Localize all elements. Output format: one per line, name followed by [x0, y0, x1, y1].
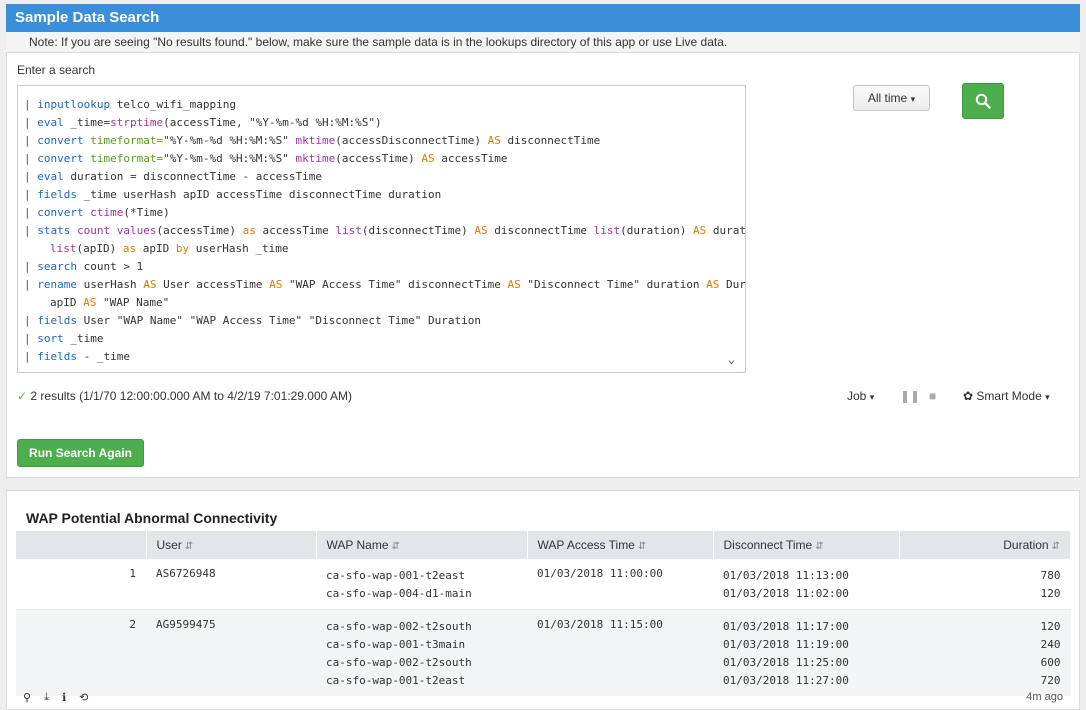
table-header-row: User ⇵ WAP Name ⇵ WAP Access Time ⇵ Disconn… — [16, 531, 1071, 559]
job-menu[interactable]: Job ▾ — [847, 389, 874, 403]
query-line-12: apID AS "WAP Name" — [50, 296, 170, 309]
search-mode-menu[interactable]: ✿ Smart Mode ▾ — [963, 389, 1050, 403]
query-line-15: | fields - _time — [24, 350, 130, 363]
magnifier-icon — [975, 93, 991, 109]
disconnect-time-cell[interactable]: 01/03/2018 11:17:00 01/03/2018 11:19:00 … — [713, 609, 899, 696]
sort-icon: ⇵ — [391, 541, 400, 552]
page-header: Sample Data Search — [6, 4, 1080, 32]
query-line-10: | search count > 1 — [24, 260, 144, 273]
table-row: 2 AG9599475 ca-sfo-wap-002-t2south ca-sf… — [16, 609, 1071, 696]
sort-icon: ⇵ — [184, 541, 194, 552]
caret-down-icon: ▾ — [910, 94, 916, 104]
magnifier-icon[interactable]: ⚲ — [23, 691, 31, 704]
query-line-5: | eval duration = disconnectTime - acces… — [24, 170, 323, 183]
query-line-6: | fields _time userHash apID accessTime … — [24, 188, 442, 201]
time-range-picker[interactable]: All time ▾ — [853, 85, 930, 111]
row-index: 2 — [16, 609, 146, 696]
panel-title: WAP Potential Abnormal Connectivity — [26, 510, 278, 526]
sort-icon: ⇵ — [1051, 541, 1060, 552]
query-line-9: list(apID) as apID by userHash _time — [50, 242, 289, 255]
results-table: User ⇵ WAP Name ⇵ WAP Access Time ⇵ Disconn… — [16, 531, 1071, 696]
query-line-1: | inputlookup telco_wifi_mapping — [24, 98, 236, 111]
disconnect-time-cell[interactable]: 01/03/2018 11:13:00 01/03/2018 11:02:00 — [713, 559, 899, 610]
pause-icon[interactable]: ❚❚ — [900, 389, 920, 403]
page-title: Sample Data Search — [15, 9, 160, 26]
user-cell[interactable]: AS6726948 — [146, 559, 316, 610]
results-panel: WAP Potential Abnormal Connectivity User… — [6, 490, 1080, 710]
search-button[interactable] — [962, 83, 1004, 119]
lightbulb-icon: ✿ — [963, 389, 974, 403]
query-line-13: | fields User "WAP Name" "WAP Access Tim… — [24, 314, 481, 327]
query-line-8: | stats count values(accessTime) as acce… — [24, 224, 746, 237]
sort-icon: ⇵ — [637, 541, 647, 552]
query-line-4: | convert timeformat="%Y-%m-%d %H:%M:%S"… — [24, 152, 508, 165]
refresh-icon[interactable]: ⟲ — [79, 691, 88, 704]
caret-down-icon: ▾ — [869, 392, 875, 402]
wap-name-cell[interactable]: ca-sfo-wap-001-t2east ca-sfo-wap-004-d1-… — [316, 559, 527, 610]
duration-cell[interactable]: 780 120 — [899, 559, 1071, 610]
run-search-again-button[interactable]: Run Search Again — [17, 439, 144, 467]
results-status: ✓ 2 results (1/1/70 12:00:00.000 AM to 4… — [17, 389, 352, 403]
wap-name-cell[interactable]: ca-sfo-wap-002-t2south ca-sfo-wap-001-t3… — [316, 609, 527, 696]
query-line-7: | convert ctime(*Time) — [24, 206, 170, 219]
check-icon: ✓ — [17, 389, 28, 403]
query-line-3: | convert timeformat="%Y-%m-%d %H:%M:%S"… — [24, 134, 601, 147]
sample-data-note: Note: If you are seeing "No results foun… — [6, 32, 1080, 52]
panel-footer-actions: ⚲ ⤓ ℹ ⟲ — [23, 691, 88, 704]
column-header-duration[interactable]: Duration ⇵ — [899, 531, 1071, 559]
table-row: 1 AS6726948 ca-sfo-wap-001-t2east ca-sfo… — [16, 559, 1071, 610]
download-icon[interactable]: ⤓ — [44, 691, 49, 704]
search-query-editor[interactable]: | inputlookup telco_wifi_mapping | eval … — [17, 85, 746, 373]
search-label: Enter a search — [17, 63, 96, 77]
chevron-down-icon[interactable]: ⌄ — [728, 352, 735, 366]
column-header-user[interactable]: User ⇵ — [146, 531, 317, 559]
column-header-wap-name[interactable]: WAP Name ⇵ — [316, 531, 528, 559]
row-index: 1 — [16, 559, 146, 610]
sort-icon: ⇵ — [815, 541, 824, 552]
column-header-disconnect-time[interactable]: Disconnect Time ⇵ — [713, 531, 900, 559]
query-line-11: | rename userHash AS User accessTime AS … — [24, 278, 746, 291]
info-icon[interactable]: ℹ — [62, 691, 66, 704]
caret-down-icon: ▾ — [1045, 392, 1050, 402]
wap-access-time-cell[interactable]: 01/03/2018 11:00:00 — [527, 559, 713, 610]
stop-icon[interactable]: ■ — [929, 389, 936, 403]
last-refresh-age: 4m ago — [1026, 691, 1063, 703]
wap-access-time-cell[interactable]: 01/03/2018 11:15:00 — [527, 609, 713, 696]
duration-cell[interactable]: 120 240 600 720 — [899, 609, 1071, 696]
query-line-2: | eval _time=strptime(accessTime, "%Y-%m… — [24, 116, 382, 129]
search-panel: Enter a search | inputlookup telco_wifi_… — [6, 52, 1080, 478]
column-header-index — [16, 531, 147, 559]
column-header-wap-access-time[interactable]: WAP Access Time ⇵ — [527, 531, 714, 559]
query-line-14: | sort _time — [24, 332, 104, 345]
user-cell[interactable]: AG9599475 — [146, 609, 316, 696]
